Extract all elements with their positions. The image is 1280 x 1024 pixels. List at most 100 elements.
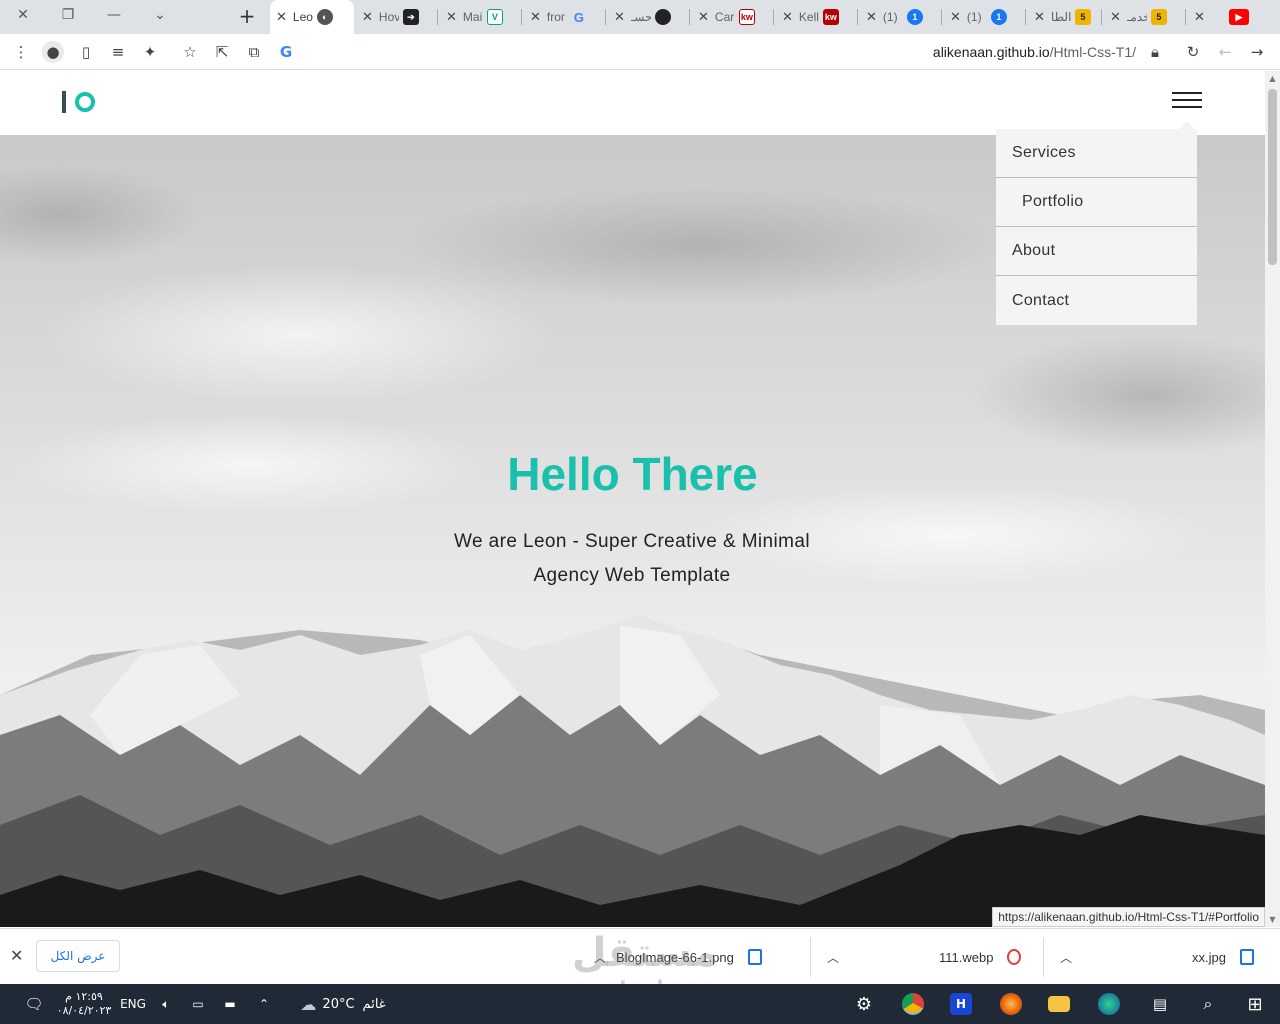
nav-item-about[interactable]: About	[996, 227, 1197, 276]
browser-tab[interactable]: ✕ الطا 5	[1028, 0, 1102, 34]
site-logo[interactable]	[62, 91, 95, 113]
hero-subtitle: We are Leon - Super Creative & Minimal A…	[454, 531, 810, 586]
browser-tab[interactable]: ✕ Hov ➔	[356, 0, 438, 34]
scroll-up-icon[interactable]: ▲	[1268, 74, 1277, 83]
nav-item-portfolio[interactable]: Portfolio	[996, 178, 1197, 227]
download-filename: xx.jpg	[1192, 949, 1226, 965]
h-app-icon[interactable]: H	[946, 984, 976, 1024]
tab-close-icon[interactable]: ✕	[950, 9, 961, 25]
download-item[interactable]: ︿ 111.webp	[827, 929, 1022, 985]
notification-icon: 1	[906, 9, 923, 25]
chevron-up-icon[interactable]: ︿	[1060, 949, 1072, 966]
tab-close-icon[interactable]: ✕	[1034, 9, 1045, 25]
nav-item-contact[interactable]: Contact	[996, 276, 1197, 325]
cloud-icon: ☁	[300, 994, 317, 1014]
firefox-icon[interactable]	[996, 984, 1026, 1024]
window-close-button[interactable]: ✕	[0, 4, 46, 26]
media-queue-icon[interactable]: ≡	[107, 41, 129, 63]
file-explorer-icon[interactable]	[1044, 984, 1074, 1024]
reload-icon[interactable]: ↻	[1182, 41, 1204, 63]
tab-close-icon[interactable]: ✕	[698, 9, 709, 25]
tab-search-button[interactable]: ⌄	[137, 4, 183, 26]
tab-close-icon[interactable]: ✕	[362, 9, 373, 25]
browser-tab[interactable]: ✕ fror G	[524, 0, 606, 34]
volume-icon[interactable]: 🔈︎	[155, 984, 177, 1024]
notification-icon: 1	[990, 9, 1007, 25]
edge-icon[interactable]	[1094, 984, 1124, 1024]
network-icon[interactable]: ▭	[187, 984, 209, 1024]
browser-tab[interactable]: ✕ (1) 1	[860, 0, 942, 34]
browser-tab[interactable]: ✕ Mai V	[440, 0, 522, 34]
tab-close-icon[interactable]: ✕	[614, 9, 625, 25]
clock[interactable]: ١٢:٥٩ م ٠٨/٠٤/٢٠٢٣	[54, 984, 114, 1024]
weather-temperature: 20°C	[322, 996, 355, 1012]
kw-icon: kw	[822, 9, 839, 25]
notifications-icon[interactable]: 🗨︎	[20, 984, 48, 1024]
tab-title: fror	[546, 10, 565, 24]
google-icon[interactable]: G	[275, 41, 297, 63]
url-host: alikenaan.github.io	[932, 44, 1050, 60]
tab-title: (1)	[966, 10, 982, 24]
browser-tab[interactable]: ✕ Car kw	[692, 0, 774, 34]
url-path: /Html-Css-T1/	[1049, 44, 1136, 60]
language-indicator[interactable]: ENG	[118, 984, 148, 1024]
browser-tab[interactable]: ✕ ▶	[1188, 0, 1268, 34]
extensions-icon[interactable]: ✦	[139, 41, 161, 63]
settings-gear-icon[interactable]: ⚙	[850, 984, 878, 1024]
download-filename: 111.webp	[939, 949, 994, 965]
tab-close-icon[interactable]: ✕	[276, 9, 287, 25]
share-icon[interactable]: ⇱	[211, 41, 233, 63]
page-scrollbar[interactable]: ▲ ▼	[1265, 71, 1280, 927]
google-icon: G	[573, 9, 584, 25]
task-view-icon[interactable]: ▤	[1145, 984, 1175, 1024]
tab-title: Leo	[292, 10, 313, 24]
close-icon[interactable]: ✕	[10, 946, 23, 965]
browser-tab[interactable]: ✕ حسـ	[608, 0, 690, 34]
profile-icon[interactable]: ●	[42, 41, 64, 63]
side-panel-icon[interactable]: ▯	[75, 41, 97, 63]
nav-item-services[interactable]: Services	[996, 129, 1197, 178]
hero-title: Hello There	[507, 448, 758, 500]
kw-icon: kw	[738, 9, 755, 25]
battery-icon[interactable]: ▬	[219, 984, 241, 1024]
chrome-icon[interactable]	[898, 984, 928, 1024]
window-restore-button[interactable]: ❐	[45, 4, 91, 26]
nav-dropdown: Services Portfolio About Contact	[996, 121, 1197, 325]
tab-close-icon[interactable]: ✕	[782, 9, 793, 25]
browser-tab[interactable]: ✕ Kell kw	[776, 0, 858, 34]
chevron-up-icon[interactable]: ⌃	[253, 984, 275, 1024]
window-minimize-button[interactable]: —	[91, 4, 137, 26]
menu-dots-icon[interactable]: ⋮	[10, 41, 32, 63]
browser-tab[interactable]: ✕ (1) 1	[944, 0, 1026, 34]
search-icon[interactable]: ⌕	[1193, 984, 1223, 1024]
browser-tab[interactable]: ✕ Leo ◐	[270, 0, 354, 34]
status-bar-url: https://alikenaan.github.io/Html-Css-T1/…	[992, 907, 1265, 927]
tab-close-icon[interactable]: ✕	[866, 9, 877, 25]
scrollbar-thumb[interactable]	[1268, 89, 1277, 265]
lock-icon[interactable]: 🔒︎	[1144, 41, 1166, 63]
show-all-downloads-button[interactable]: عرض الكل	[36, 940, 120, 972]
bookmark-star-icon[interactable]: ☆	[179, 41, 201, 63]
tab-close-icon[interactable]: ✕	[1110, 9, 1121, 25]
tab-title: Hov	[378, 10, 399, 24]
tab-close-icon[interactable]: ✕	[1194, 9, 1205, 25]
back-icon[interactable]: →	[1246, 41, 1268, 63]
scroll-down-icon[interactable]: ▼	[1268, 915, 1277, 924]
v-logo-icon: V	[486, 9, 503, 25]
clock-date: ٠٨/٠٤/٢٠٢٣	[56, 1004, 112, 1017]
chevron-up-icon[interactable]: ︿	[827, 949, 839, 966]
hamburger-menu-icon[interactable]	[1172, 92, 1202, 112]
browser-tab[interactable]: ✕ خدمـ 5	[1104, 0, 1186, 34]
tab-title: الطا	[1050, 10, 1071, 24]
download-item[interactable]: ︿ xx.jpg	[1060, 929, 1254, 985]
translate-icon[interactable]: ⧉	[243, 41, 265, 63]
weather-widget[interactable]: ☁ 20°C غائم	[288, 984, 398, 1024]
tab-title: Kell	[798, 10, 819, 24]
site-header	[0, 71, 1265, 135]
forward-icon[interactable]: ←	[1214, 41, 1236, 63]
windows-start-icon[interactable]: ⊞	[1240, 984, 1270, 1024]
tab-close-icon[interactable]: ✕	[530, 9, 541, 25]
address-bar[interactable]: alikenaan.github.io/Html-Css-T1/	[933, 44, 1136, 60]
new-tab-button[interactable]: +	[236, 4, 258, 28]
tab-close-icon[interactable]: ✕	[446, 9, 457, 25]
